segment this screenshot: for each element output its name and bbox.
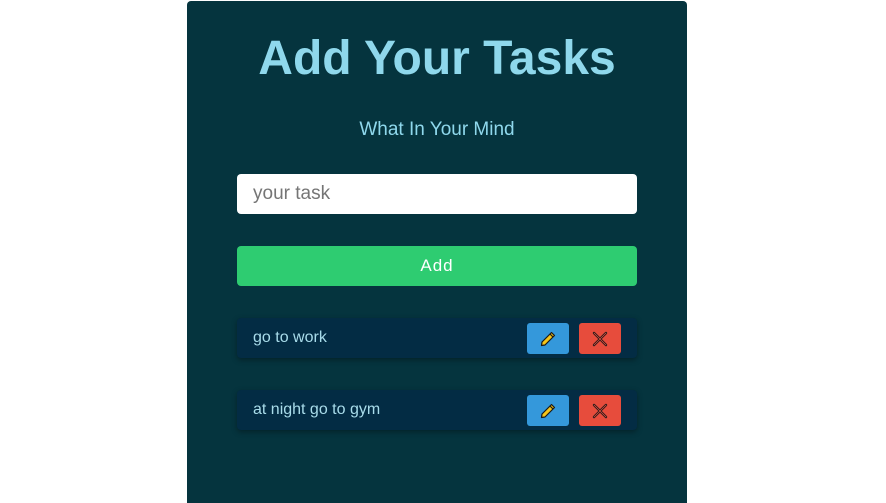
page-title: Add Your Tasks [258, 32, 616, 85]
task-input[interactable] [237, 174, 637, 214]
pencil-icon [539, 402, 557, 420]
todo-card: Add Your Tasks What In Your Mind Add go … [187, 1, 687, 503]
edit-task-button[interactable] [527, 323, 569, 354]
delete-task-button[interactable] [579, 323, 621, 354]
edit-task-button[interactable] [527, 395, 569, 426]
close-icon [591, 330, 609, 348]
task-text: go to work [253, 329, 327, 346]
close-icon [591, 402, 609, 420]
add-button[interactable]: Add [237, 246, 637, 286]
task-item: at night go to gym [237, 390, 637, 430]
task-text: at night go to gym [253, 401, 381, 418]
task-item: go to work [237, 318, 637, 358]
pencil-icon [539, 330, 557, 348]
page-subtitle: What In Your Mind [359, 119, 515, 140]
delete-task-button[interactable] [579, 395, 621, 426]
